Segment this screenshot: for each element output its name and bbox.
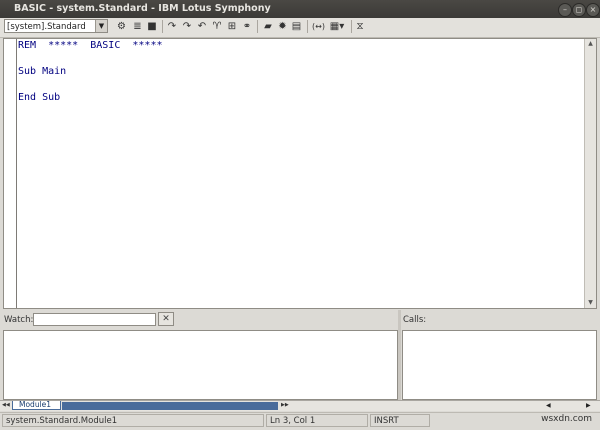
manage-breakpoints-icon[interactable]: ⊞	[226, 20, 238, 33]
library-select[interactable]: [system].Standard ▼	[4, 19, 108, 33]
scroll-left-icon[interactable]: ◀	[546, 401, 551, 410]
step-out-icon[interactable]: ↶	[196, 20, 208, 33]
step-into-icon[interactable]: ↷	[166, 20, 178, 33]
status-insert-mode[interactable]: INSRT	[370, 414, 430, 427]
watermark: wsxdn.com	[541, 414, 592, 424]
editor-horizontal-scrollbar[interactable]: ◀ ▶	[290, 401, 600, 410]
find-parentheses-icon[interactable]: (↔)	[312, 20, 325, 33]
modules-icon[interactable]: ✹	[277, 20, 288, 33]
editor-vertical-scrollbar[interactable]: ▲ ▼	[584, 39, 596, 308]
insert-source-icon[interactable]: ▦▾	[327, 20, 347, 33]
macros-icon[interactable]: ▰	[262, 20, 274, 33]
title-bar: BASIC - system.Standard - IBM Lotus Symp…	[0, 0, 600, 18]
first-tab-icon[interactable]: ◀◀	[2, 402, 10, 408]
save-source-icon[interactable]: ⧖	[355, 20, 365, 33]
code-line: REM ***** BASIC *****	[18, 40, 163, 51]
pane-splitter[interactable]	[398, 310, 401, 400]
stop-icon[interactable]: ■	[147, 20, 157, 33]
watch-input[interactable]	[33, 313, 156, 326]
scroll-up-icon[interactable]: ▲	[585, 39, 596, 49]
code-line: Sub Main	[18, 66, 67, 77]
import-dialog-icon[interactable]: ▤	[291, 20, 302, 33]
toolbar-separator	[351, 20, 352, 33]
compile-icon[interactable]: ⚙	[116, 20, 127, 33]
manage-breakpoints-search-icon[interactable]: ⚭	[241, 20, 253, 33]
maximize-icon[interactable]: ◻	[572, 3, 586, 17]
status-bar: system.Standard.Module1 Ln 3, Col 1 INSR…	[0, 412, 600, 430]
scroll-right-icon[interactable]: ▶	[586, 401, 591, 410]
toolbar-separator	[162, 20, 163, 33]
chevron-down-icon[interactable]: ▼	[95, 20, 107, 32]
close-icon[interactable]: ×	[586, 3, 600, 17]
module-tab-strip: ◀◀ Module1 ▶▶ ◀ ▶	[0, 400, 600, 411]
code-line: End Sub	[18, 92, 61, 103]
status-module: system.Standard.Module1	[2, 414, 264, 427]
library-select-value: [system].Standard	[7, 22, 86, 32]
status-position: Ln 3, Col 1	[266, 414, 368, 427]
step-over-icon[interactable]: ↷	[181, 20, 193, 33]
calls-list[interactable]	[402, 330, 597, 400]
run-icon[interactable]: ≣	[132, 20, 143, 33]
scroll-down-icon[interactable]: ▼	[585, 298, 596, 308]
minimize-icon[interactable]: –	[558, 3, 572, 17]
code-text[interactable]: REM ***** BASIC ***** Sub Main End Sub	[18, 39, 163, 104]
tab-strip-fill	[62, 402, 278, 410]
watch-label: Watch:	[4, 315, 34, 325]
watch-list[interactable]	[3, 330, 398, 400]
last-tab-icon[interactable]: ▶▶	[281, 402, 289, 408]
code-editor[interactable]: REM ***** BASIC ***** Sub Main End Sub ▲…	[3, 38, 597, 309]
window-title: BASIC - system.Standard - IBM Lotus Symp…	[14, 3, 271, 14]
tab-module1[interactable]: Module1	[12, 401, 61, 410]
breakpoint-icon[interactable]: ♈	[211, 20, 223, 33]
toolbar-separator	[257, 20, 258, 33]
calls-label: Calls:	[403, 315, 427, 325]
breakpoint-gutter[interactable]	[4, 39, 17, 308]
toolbar-separator	[307, 20, 308, 33]
remove-watch-icon[interactable]: ✕	[158, 312, 174, 326]
macro-toolbar: [system].Standard ▼ ⚙ ≣ ■ ↷ ↷ ↶ ♈ ⊞ ⚭ ▰ …	[0, 18, 600, 38]
tab-label: Module1	[19, 400, 52, 409]
